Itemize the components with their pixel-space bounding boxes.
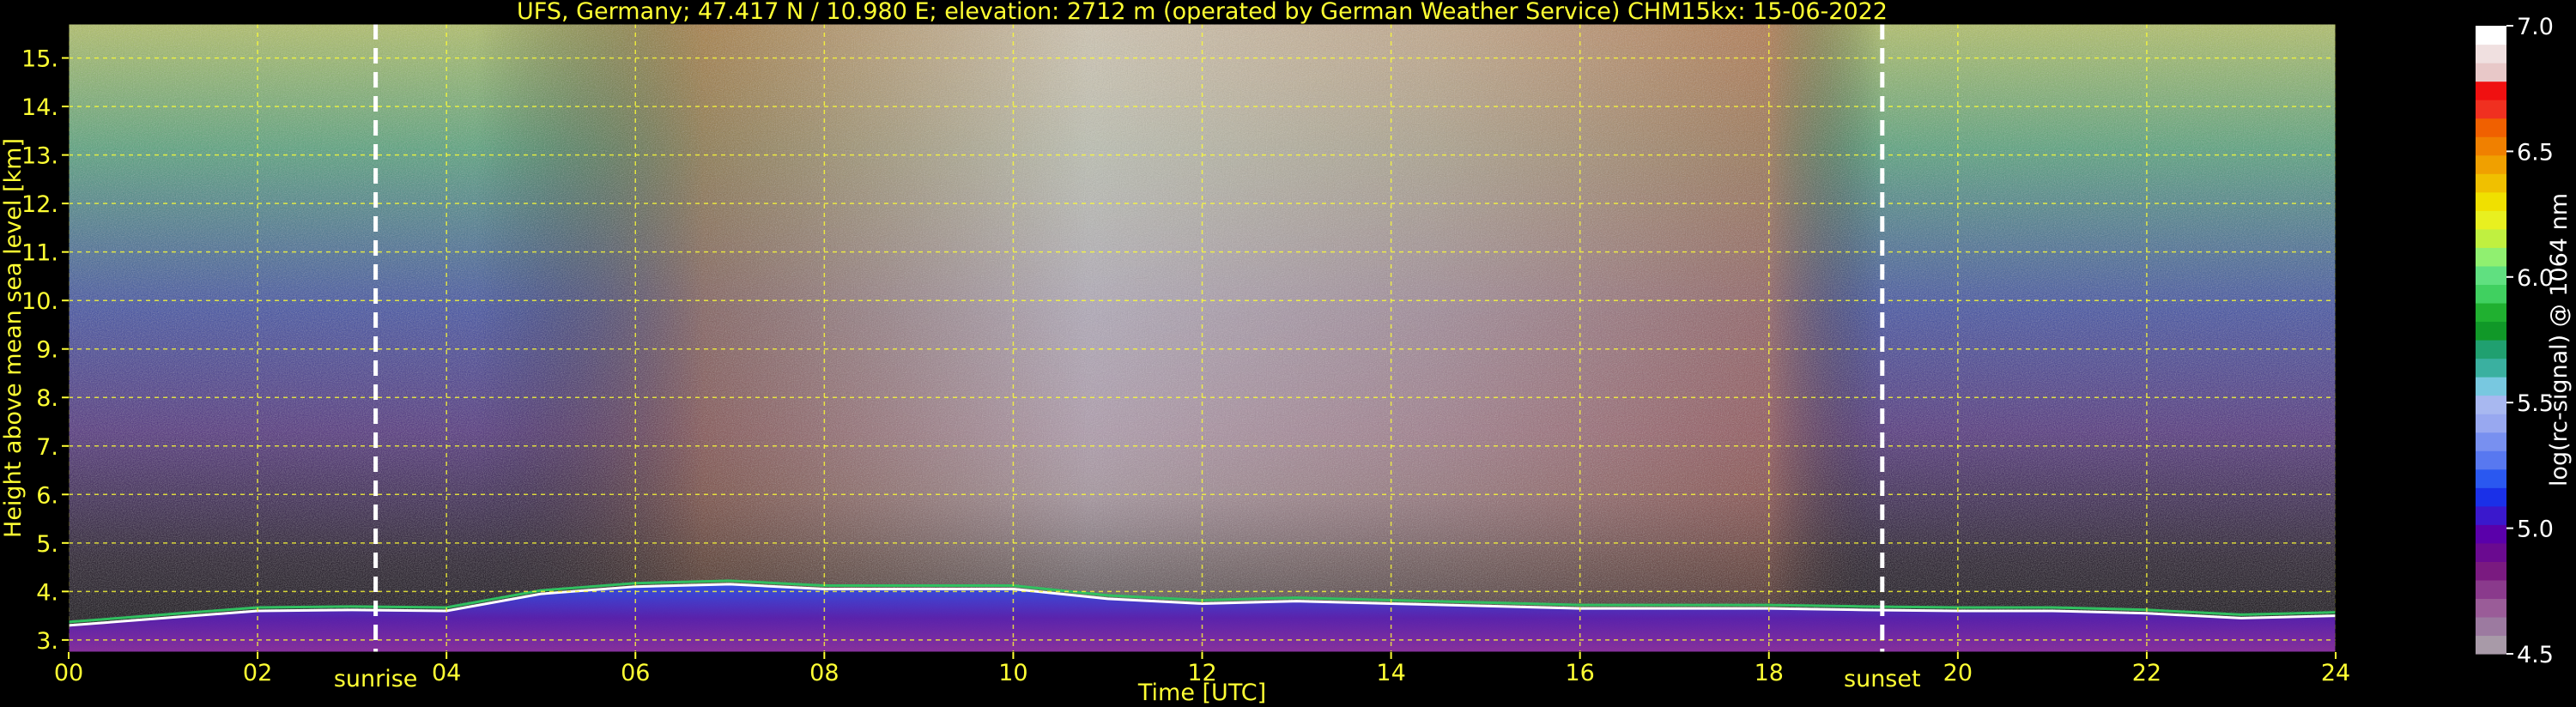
annotations: sunrise sunset xyxy=(334,666,1921,692)
colorbar-segment xyxy=(2476,432,2506,451)
colorbar-segment xyxy=(2476,635,2506,655)
colorbar-tick-label: 6.5 xyxy=(2517,139,2554,166)
colorbar-segment xyxy=(2476,154,2506,174)
colorbar-segment xyxy=(2476,616,2506,637)
colorbar-segment xyxy=(2476,247,2506,267)
y-tick-label: 7. xyxy=(36,434,58,461)
colorbar-segment xyxy=(2476,100,2506,119)
colorbar-segment xyxy=(2476,63,2506,82)
colorbar-segment xyxy=(2476,487,2506,507)
colorbar-segment xyxy=(2476,210,2506,230)
colorbar-segment xyxy=(2476,468,2506,488)
y-tick-label: 10. xyxy=(21,288,58,315)
colorbar-tick-label: 4.5 xyxy=(2517,642,2554,668)
x-tick-label: 22 xyxy=(2132,660,2161,686)
x-tick-label: 16 xyxy=(1565,660,1594,686)
colorbar-segment xyxy=(2476,598,2506,618)
x-tick-label: 10 xyxy=(998,660,1027,686)
y-tick-label: 13. xyxy=(21,143,58,170)
plot-area xyxy=(69,24,2336,652)
colorbar-segment xyxy=(2476,302,2506,323)
x-tick-label: 06 xyxy=(621,660,650,686)
x-axis-label: Time [UTC] xyxy=(1137,680,1266,706)
x-tick-label: 00 xyxy=(54,660,83,686)
y-tick-label: 12. xyxy=(21,191,58,218)
x-tick-label: 02 xyxy=(243,660,272,686)
x-tick-label: 14 xyxy=(1376,660,1405,686)
y-tick-label: 15. xyxy=(21,46,58,73)
colorbar-segment xyxy=(2476,265,2506,286)
y-tick-label: 9. xyxy=(36,337,58,364)
y-tick-label: 11. xyxy=(21,240,58,267)
colorbar-segment xyxy=(2476,414,2506,433)
annotation-label: sunset xyxy=(1844,666,1921,692)
y-tick-label: 14. xyxy=(21,94,58,121)
ceilometer-chart: 00 02 04 06 08 10 12 14 16 18 20 22 24 3.4.5.6.7.8.9… xyxy=(0,0,2573,706)
colorbar: 4.55.05.56.06.57.0 xyxy=(2476,14,2554,668)
colorbar-segment xyxy=(2476,284,2506,304)
colorbar-segment xyxy=(2476,505,2506,525)
y-axis-label: Height above mean sea level [km] xyxy=(0,138,27,538)
colorbar-segment xyxy=(2476,321,2506,341)
colorbar-segment xyxy=(2476,340,2506,360)
colorbar-segment xyxy=(2476,561,2506,581)
colorbar-segment xyxy=(2476,191,2506,211)
y-tick-label: 8. xyxy=(36,385,58,412)
colorbar-segment xyxy=(2476,228,2506,248)
colorbar-segment xyxy=(2476,118,2506,137)
x-tick-label: 08 xyxy=(809,660,839,686)
colorbar-segment xyxy=(2476,81,2506,100)
x-tick-label: 04 xyxy=(432,660,461,686)
colorbar-segment xyxy=(2476,26,2506,45)
y-tick-label: 5. xyxy=(36,531,58,558)
colorbar-segment xyxy=(2476,579,2506,600)
y-tick-label: 4. xyxy=(36,579,58,606)
x-tick-label: 24 xyxy=(2321,660,2350,686)
colorbar-segment xyxy=(2476,395,2506,414)
colorbar-segment xyxy=(2476,358,2506,378)
colorbar-segment xyxy=(2476,377,2506,396)
colorbar-segment xyxy=(2476,136,2506,156)
colorbar-tick-label: 5.0 xyxy=(2517,517,2554,543)
annotation-label: sunrise xyxy=(334,666,418,692)
colorbar-label: log(rc-signal) @ 1064 nm xyxy=(2546,193,2573,486)
x-tick-label: 20 xyxy=(1943,660,1973,686)
colorbar-segment xyxy=(2476,450,2506,470)
chart-title: UFS, Germany; 47.417 N / 10.980 E; eleva… xyxy=(517,0,1888,25)
y-tick-label: 6. xyxy=(36,482,58,509)
colorbar-segment xyxy=(2476,524,2506,544)
colorbar-segment xyxy=(2476,173,2506,193)
y-axis: 3. 4. 5. 6. 7. 8. 9. 10. 11. 12. 13. 14. 15. xyxy=(21,46,69,655)
colorbar-segment xyxy=(2476,542,2506,562)
colorbar-tick-label: 7.0 xyxy=(2517,14,2554,40)
y-tick-label: 3. xyxy=(36,628,58,655)
x-tick-label: 18 xyxy=(1755,660,1784,686)
colorbar-segment xyxy=(2476,44,2506,63)
